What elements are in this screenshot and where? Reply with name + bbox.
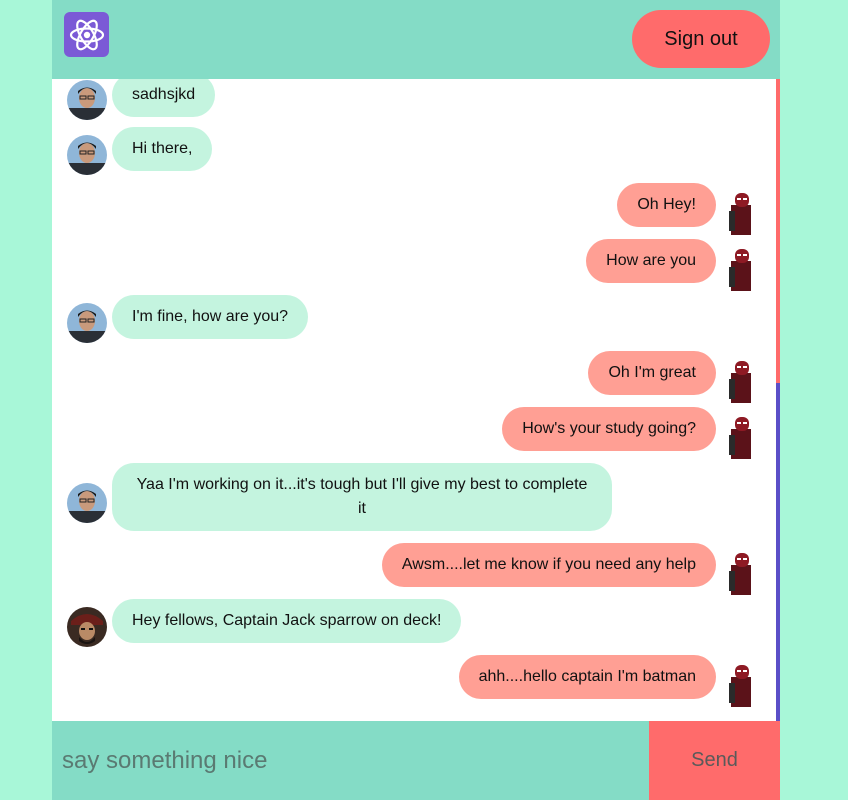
message-bubble: Oh Hey! <box>617 183 716 227</box>
message-list[interactable]: sadhsjkd Hi there, Oh Hey! How are you I… <box>52 79 776 721</box>
message-input[interactable] <box>52 721 649 800</box>
message-composer: Send <box>52 721 780 800</box>
atom-icon <box>64 12 109 57</box>
deadpool-avatar <box>727 415 755 459</box>
message-bubble: Awsm....let me know if you need any help <box>381 543 716 587</box>
message-bubble: sadhsjkd <box>112 79 216 117</box>
user-avatar <box>67 135 107 175</box>
user-avatar <box>67 483 107 523</box>
deadpool-avatar <box>727 359 755 403</box>
header: Sign out <box>52 0 780 79</box>
message-bubble: Hi there, <box>112 127 213 171</box>
deadpool-avatar <box>727 247 755 291</box>
message-bubble: Oh I'm great <box>588 351 716 395</box>
chat-app: Sign out sadhsjkd Hi there, Oh Hey! How … <box>52 0 780 800</box>
deadpool-avatar <box>727 551 755 595</box>
scrollbar-thumb[interactable] <box>776 79 780 383</box>
message-bubble: How are you <box>586 239 716 283</box>
message-bubble: Yaa I'm working on it...it's tough but I… <box>112 463 612 531</box>
deadpool-avatar <box>727 191 755 235</box>
message-bubble: How's your study going? <box>502 407 716 451</box>
message-bubble: I'm fine, how are you? <box>112 295 309 339</box>
message-bubble: Hey fellows, Captain Jack sparrow on dec… <box>112 599 462 643</box>
user-avatar <box>67 80 107 120</box>
pirate-avatar <box>67 607 107 647</box>
message-bubble: ahh....hello captain I'm batman <box>458 655 716 699</box>
scrollbar[interactable] <box>776 79 780 721</box>
user-avatar <box>67 303 107 343</box>
send-button[interactable]: Send <box>649 721 780 800</box>
sign-out-button[interactable]: Sign out <box>632 10 770 68</box>
deadpool-avatar <box>727 663 755 707</box>
